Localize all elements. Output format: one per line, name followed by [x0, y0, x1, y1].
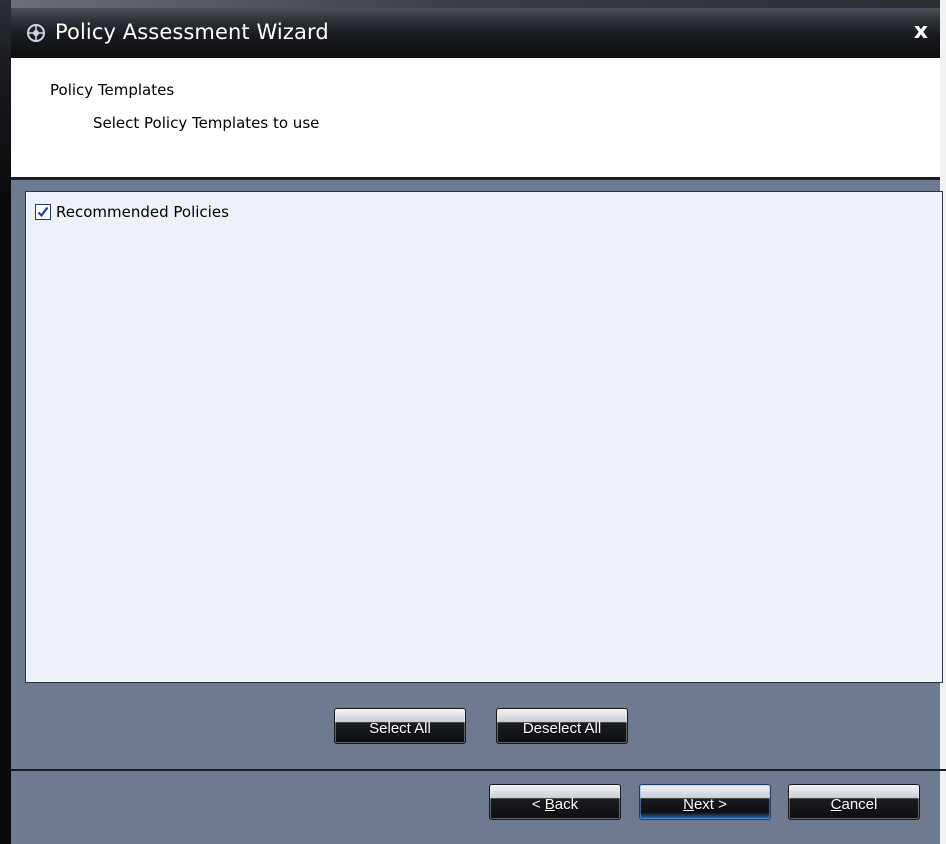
cancel-rest: ancel: [841, 796, 878, 813]
next-label: Next >: [683, 796, 727, 813]
back-button[interactable]: < Back: [489, 784, 621, 820]
footer-divider: [11, 769, 946, 771]
window-frame-top: [0, 0, 946, 8]
recommended-policies-checkbox[interactable]: [35, 204, 51, 220]
cancel-button[interactable]: Cancel: [788, 784, 920, 820]
back-prefix: <: [531, 796, 545, 813]
page-subtitle: Select Policy Templates to use: [93, 114, 320, 132]
back-rest: ack: [554, 796, 579, 813]
select-all-label: Select All: [369, 720, 431, 737]
cancel-mnemonic: C: [830, 796, 842, 813]
list-item-label: Recommended Policies: [56, 203, 229, 221]
back-label: < Back: [532, 796, 578, 813]
next-rest: ext >: [693, 796, 727, 813]
wizard-header: Policy Templates Select Policy Templates…: [11, 58, 940, 177]
window-title: Policy Assessment Wizard: [55, 20, 329, 44]
deselect-all-button[interactable]: Deselect All: [496, 708, 628, 744]
policy-template-list[interactable]: Recommended Policies: [25, 191, 943, 683]
page-title: Policy Templates: [50, 81, 175, 99]
back-mnemonic: B: [544, 796, 555, 813]
header-divider: [11, 177, 940, 180]
deselect-all-label: Deselect All: [522, 720, 602, 737]
cancel-label: Cancel: [831, 796, 878, 813]
close-icon[interactable]: x: [908, 18, 934, 46]
next-button[interactable]: Next >: [639, 784, 771, 820]
next-mnemonic: N: [683, 796, 694, 813]
list-item[interactable]: Recommended Policies: [35, 202, 229, 222]
window-frame-left: [0, 0, 11, 844]
wizard-app-icon: [25, 22, 47, 44]
select-all-button[interactable]: Select All: [334, 708, 466, 744]
title-bar[interactable]: Policy Assessment Wizard x: [11, 8, 940, 58]
checkmark-icon: [37, 206, 49, 218]
